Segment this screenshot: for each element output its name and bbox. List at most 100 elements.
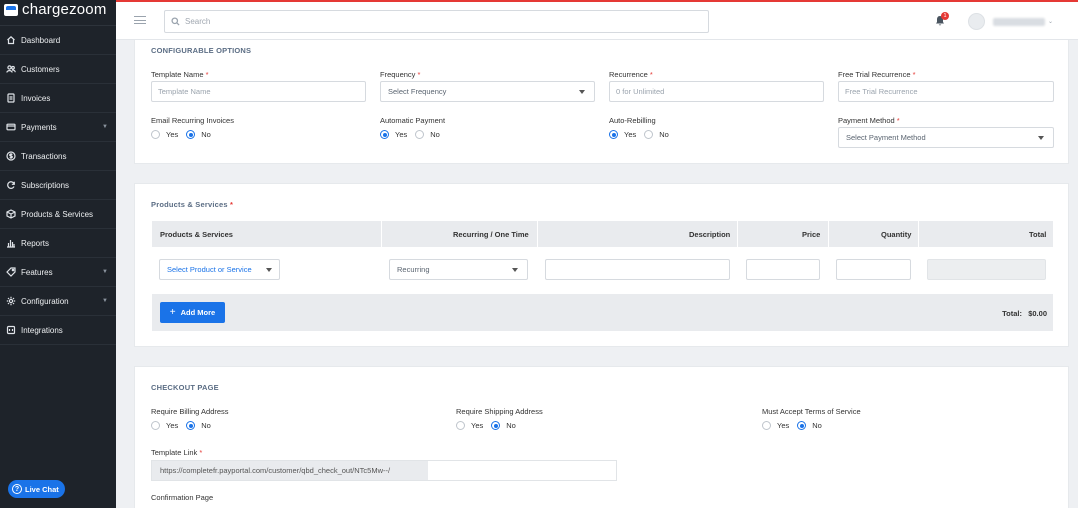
payment-method-select[interactable]: Select Payment Method <box>838 127 1054 148</box>
radio-label: No <box>201 421 211 430</box>
sidebar-item-subscriptions[interactable]: Subscriptions <box>0 171 116 200</box>
billing-yes-radio[interactable] <box>151 421 160 430</box>
radio-label: No <box>430 130 440 139</box>
sidebar-item-payments[interactable]: Payments ▼ <box>0 113 116 142</box>
radio-label: No <box>659 130 669 139</box>
terms-of-service-label: Must Accept Terms of Service <box>762 407 861 416</box>
sidebar-item-dashboard[interactable]: Dashboard <box>0 26 116 55</box>
radio-label: No <box>201 130 211 139</box>
frequency-label: Frequency * <box>380 70 421 79</box>
section-title: CONFIGURABLE OPTIONS <box>151 46 252 55</box>
email-recurring-yes-radio[interactable] <box>151 130 160 139</box>
live-chat-button[interactable]: ? Live Chat <box>8 480 65 498</box>
auto-rebilling-yes-radio[interactable] <box>609 130 618 139</box>
sidebar-item-label: Customers <box>21 64 60 74</box>
chevron-down-icon <box>1038 136 1044 140</box>
search-input[interactable] <box>185 17 708 26</box>
billing-address-label: Require Billing Address <box>151 407 229 416</box>
box-icon <box>6 209 16 219</box>
column-divider <box>537 221 538 247</box>
notifications-button[interactable]: 1 <box>934 12 949 27</box>
bar-chart-icon <box>6 238 16 248</box>
column-divider <box>918 221 919 247</box>
chevron-down-icon: ⌄ <box>1048 19 1054 25</box>
sidebar-item-label: Transactions <box>21 151 67 161</box>
brand-logo[interactable]: chargezoom <box>0 0 116 26</box>
sidebar-item-features[interactable]: Features ▼ <box>0 258 116 287</box>
plug-icon <box>6 325 16 335</box>
chevron-down-icon: ▼ <box>102 269 108 275</box>
billing-no-radio[interactable] <box>186 421 196 430</box>
sidebar-item-customers[interactable]: Customers <box>0 55 116 84</box>
chevron-down-icon <box>512 268 518 272</box>
template-name-label: Template Name * <box>151 70 209 79</box>
chevron-down-icon <box>266 268 272 272</box>
checkout-page-card: CHECKOUT PAGE Require Billing Address Ye… <box>134 366 1069 508</box>
description-input[interactable] <box>545 259 730 280</box>
free-trial-input[interactable]: Free Trial Recurrence <box>838 81 1054 102</box>
template-name-input[interactable]: Template Name <box>151 81 366 102</box>
column-header: Products & Services <box>160 230 233 239</box>
live-chat-label: Live Chat <box>25 484 59 494</box>
brand-name: chargezoom <box>22 1 107 18</box>
products-services-card: Products & Services * Products & Service… <box>134 183 1069 347</box>
recurrence-input[interactable]: 0 for Unlimited <box>609 81 824 102</box>
chevron-down-icon <box>579 90 585 94</box>
confirmation-page-label: Confirmation Page <box>151 493 214 502</box>
total-input <box>927 259 1046 280</box>
sidebar-item-integrations[interactable]: Integrations <box>0 316 116 345</box>
radio-label: Yes <box>166 130 179 139</box>
chevron-down-icon: ▼ <box>102 124 108 130</box>
sidebar-item-label: Features <box>21 267 53 277</box>
column-header: Recurring / One Time <box>453 230 529 239</box>
user-name-blurred <box>993 17 1045 26</box>
terms-yes-radio[interactable] <box>762 421 771 430</box>
email-recurring-no-radio[interactable] <box>186 130 196 139</box>
sidebar-item-label: Subscriptions <box>21 180 70 190</box>
terms-no-radio[interactable] <box>797 421 807 430</box>
automatic-payment-label: Automatic Payment <box>380 116 446 125</box>
menu-icon[interactable] <box>134 16 146 24</box>
automatic-payment-yes-radio[interactable] <box>380 130 389 139</box>
section-title: CHECKOUT PAGE <box>151 383 219 392</box>
radio-label: Yes <box>395 130 408 139</box>
sidebar-item-products-services[interactable]: Products & Services <box>0 200 116 229</box>
card-icon <box>6 122 16 132</box>
column-header: Quantity <box>881 230 912 239</box>
dollar-icon <box>6 151 16 161</box>
question-icon: ? <box>12 484 22 494</box>
frequency-select[interactable]: Select Frequency <box>380 81 595 102</box>
quantity-input[interactable] <box>836 259 911 280</box>
shipping-no-radio[interactable] <box>491 421 501 430</box>
add-more-button[interactable]: + Add More <box>160 302 225 323</box>
template-link-value: https://completefr.payportal.com/custome… <box>152 461 428 480</box>
total-label: Total: <box>1002 309 1022 318</box>
automatic-payment-no-radio[interactable] <box>415 130 425 139</box>
sidebar-item-label: Payments <box>21 122 57 132</box>
sidebar-item-invoices[interactable]: Invoices <box>0 84 116 113</box>
price-input[interactable] <box>746 259 820 280</box>
radio-label: Yes <box>777 421 790 430</box>
sidebar-item-reports[interactable]: Reports <box>0 229 116 258</box>
radio-label: No <box>506 421 516 430</box>
plus-icon: + <box>169 307 176 318</box>
search-bar[interactable] <box>164 10 709 33</box>
products-table-header: Products & Services Recurring / One Time… <box>152 221 1053 247</box>
chargezoom-logo-icon <box>4 3 18 16</box>
sidebar-item-configuration[interactable]: Configuration ▼ <box>0 287 116 316</box>
recurrence-label: Recurrence * <box>609 70 653 79</box>
gear-icon <box>6 296 16 306</box>
shipping-yes-radio[interactable] <box>456 421 465 430</box>
auto-rebilling-no-radio[interactable] <box>644 130 654 139</box>
configurable-options-card: CONFIGURABLE OPTIONS Template Name * Tem… <box>134 40 1069 164</box>
radio-label: Yes <box>166 421 179 430</box>
payment-method-label: Payment Method * <box>838 116 900 125</box>
template-link-field[interactable]: https://completefr.payportal.com/custome… <box>151 460 617 481</box>
billing-address-radio-group: Yes No <box>151 421 219 430</box>
recurring-select[interactable]: Recurring <box>389 259 528 280</box>
sidebar-item-transactions[interactable]: Transactions <box>0 142 116 171</box>
user-menu[interactable]: ⌄ <box>968 13 1053 30</box>
radio-label: No <box>812 421 822 430</box>
product-select[interactable]: Select Product or Service <box>159 259 280 280</box>
users-icon <box>6 64 16 74</box>
